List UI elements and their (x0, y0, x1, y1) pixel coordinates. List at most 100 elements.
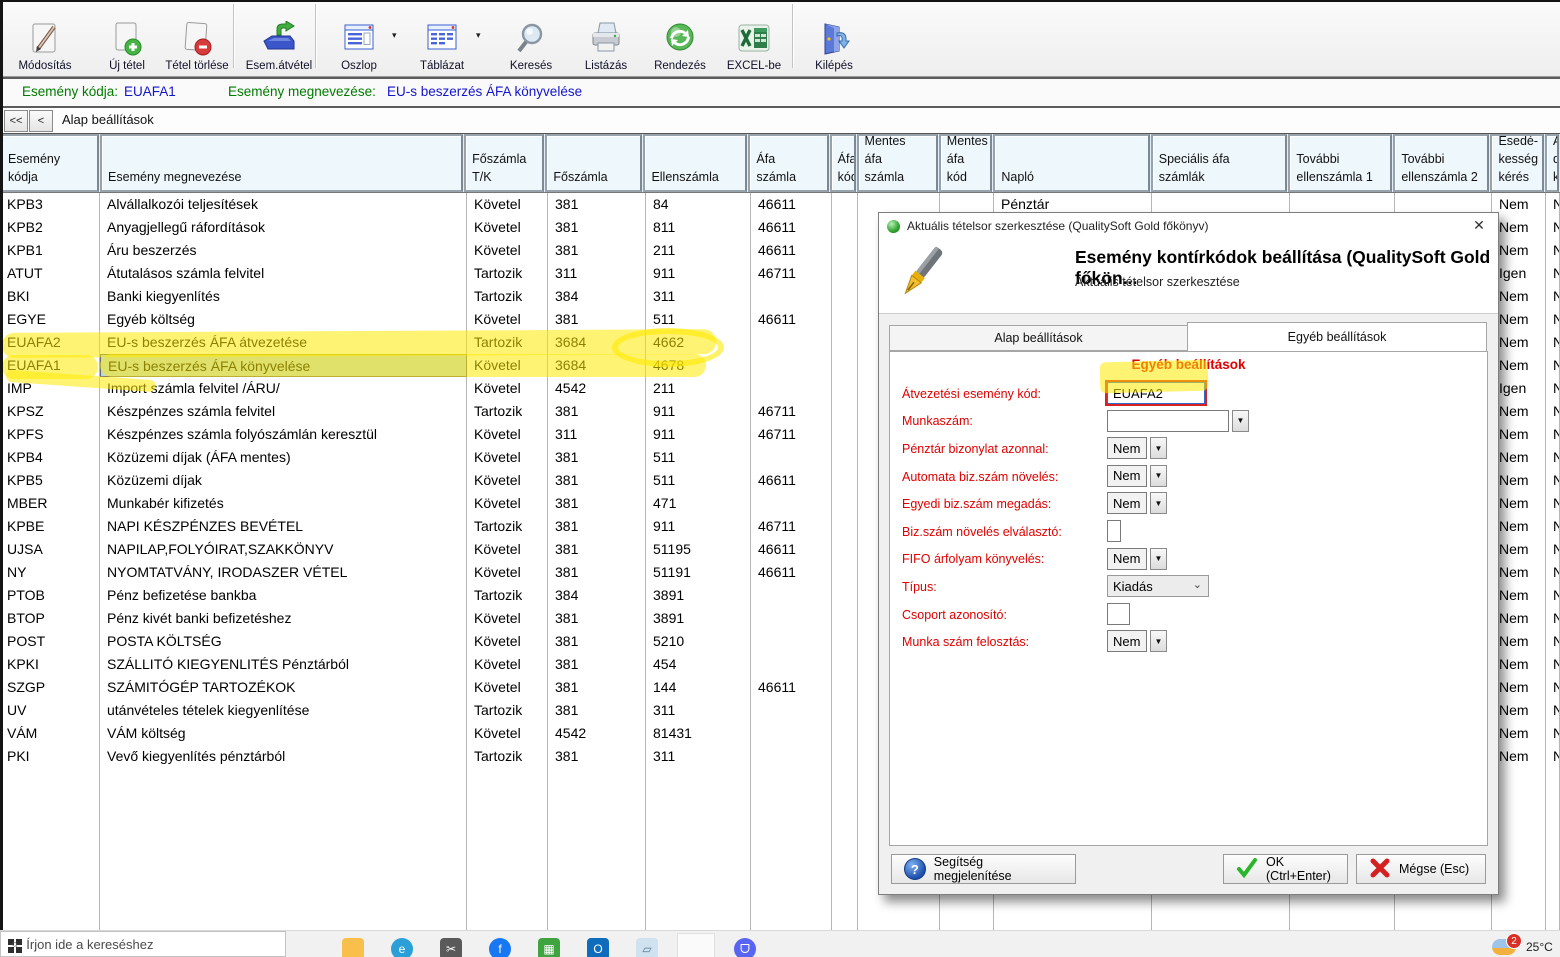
cell-afakod[interactable] (832, 193, 858, 216)
cell-ellen[interactable]: 454 (646, 653, 751, 676)
cell-afa[interactable] (751, 377, 832, 400)
cell-kod[interactable]: KPB5 (0, 469, 100, 492)
cell-esed[interactable]: Nem (1492, 722, 1546, 745)
cell-ellen[interactable]: 144 (646, 676, 751, 699)
column-header-afakod[interactable]: Áfa kód (830, 134, 856, 192)
cell-kod[interactable]: KPB3 (0, 193, 100, 216)
column-header-afa2[interactable]: Á d k (1545, 134, 1559, 192)
cell-ellen[interactable]: 911 (646, 400, 751, 423)
rendezes-button[interactable]: Rendezés (646, 4, 714, 74)
cell-afa2[interactable]: Nem (1546, 722, 1560, 745)
field-checkbox[interactable] (1107, 520, 1121, 542)
cell-afakod[interactable] (832, 331, 858, 354)
cell-afa[interactable]: 46611 (751, 469, 832, 492)
field-value[interactable]: Nem (1107, 492, 1147, 514)
cell-ellen[interactable]: 51195 (646, 538, 751, 561)
field-control-combo[interactable]: Nem▼ (1107, 548, 1167, 570)
cell-afa[interactable] (751, 630, 832, 653)
cell-afa[interactable]: 46611 (751, 538, 832, 561)
cell-nev[interactable]: Közüzemi díjak (100, 469, 467, 492)
cell-tk[interactable]: Követel (467, 308, 548, 331)
cell-afa[interactable]: 46611 (751, 308, 832, 331)
cell-afa[interactable]: 46711 (751, 423, 832, 446)
cell-afa[interactable]: 46611 (751, 216, 832, 239)
column-header-tov1[interactable]: További ellenszámla 1 (1288, 134, 1392, 192)
cell-fo[interactable]: 381 (548, 469, 646, 492)
cell-afakod[interactable] (832, 446, 858, 469)
cell-afa2[interactable]: Nem (1546, 239, 1560, 262)
cell-fo[interactable]: 381 (548, 630, 646, 653)
cell-tk[interactable]: Követel (467, 193, 548, 216)
snipping-tool-icon[interactable]: ✂ (440, 938, 462, 957)
ok-button[interactable]: OK (Ctrl+Enter) (1223, 854, 1348, 884)
nav-prev-button[interactable]: < (29, 110, 53, 132)
cell-afa2[interactable]: Nem (1546, 308, 1560, 331)
cell-tk[interactable]: Tartozik (467, 515, 548, 538)
cell-nev[interactable]: Pénz befizetése bankba (100, 584, 467, 607)
cell-afa[interactable] (751, 722, 832, 745)
cell-afakod[interactable] (832, 216, 858, 239)
cell-afa[interactable] (751, 446, 832, 469)
cell-esed[interactable]: Nem (1492, 676, 1546, 699)
cell-afa2[interactable]: Nem (1546, 630, 1560, 653)
cell-ellen[interactable]: 911 (646, 262, 751, 285)
discord-icon[interactable]: ᗜ (734, 938, 756, 957)
tab-egyeb-beallitasok[interactable]: Egyéb beállítások (1187, 322, 1487, 351)
cell-esed[interactable]: Igen (1492, 262, 1546, 285)
cell-esed[interactable]: Nem (1492, 699, 1546, 722)
notebook-icon[interactable]: ▱ (636, 938, 658, 957)
column-header-tov2[interactable]: További ellenszámla 2 (1393, 134, 1489, 192)
cell-esed[interactable]: Nem (1492, 745, 1546, 768)
cell-afa2[interactable]: Nem (1546, 423, 1560, 446)
cell-afakod[interactable] (832, 239, 858, 262)
field-value[interactable]: Kiadás⌄ (1107, 575, 1209, 597)
cell-afa2[interactable]: Nem (1546, 584, 1560, 607)
cell-afa2[interactable]: Nem (1546, 285, 1560, 308)
cell-afa2[interactable]: Nem (1546, 377, 1560, 400)
cell-afakod[interactable] (832, 308, 858, 331)
cell-afa[interactable]: 46611 (751, 239, 832, 262)
cell-kod[interactable]: ATUT (0, 262, 100, 285)
cell-nev[interactable]: Egyéb költség (100, 308, 467, 331)
cell-fo[interactable]: 381 (548, 538, 646, 561)
field-control-box-small[interactable] (1107, 520, 1121, 542)
help-button[interactable]: ? Segítség megjelenítése (891, 854, 1076, 884)
facebook-icon[interactable]: f (489, 938, 511, 957)
cell-tk[interactable]: Követel (467, 607, 548, 630)
cell-kod[interactable]: BKI (0, 285, 100, 308)
cell-afakod[interactable] (832, 285, 858, 308)
cell-nev[interactable]: Készpénzes számla felvitel (100, 400, 467, 423)
cell-kod[interactable]: KPKI (0, 653, 100, 676)
cell-afa[interactable] (751, 331, 832, 354)
cell-afa[interactable] (751, 745, 832, 768)
cell-afa[interactable] (751, 584, 832, 607)
cell-ellen[interactable]: 911 (646, 515, 751, 538)
cell-tk[interactable]: Követel (467, 722, 548, 745)
cell-esed[interactable]: Nem (1492, 515, 1546, 538)
cell-fo[interactable]: 384 (548, 584, 646, 607)
cell-afakod[interactable] (832, 699, 858, 722)
cell-esed[interactable]: Nem (1492, 446, 1546, 469)
cell-afa2[interactable]: Nem (1546, 400, 1560, 423)
cell-ellen[interactable]: 51191 (646, 561, 751, 584)
cell-afa2[interactable]: Nem (1546, 653, 1560, 676)
cell-nev[interactable]: POSTA KÖLTSÉG (100, 630, 467, 653)
cell-afa[interactable]: 46611 (751, 676, 832, 699)
field-control-combo[interactable]: Nem▼ (1107, 465, 1167, 487)
cell-afa2[interactable]: Nem (1546, 354, 1560, 377)
cell-afa2[interactable]: Nem (1546, 745, 1560, 768)
column-header-spec[interactable]: Speciális áfa számlák (1151, 134, 1288, 192)
cell-kod[interactable]: KPB4 (0, 446, 100, 469)
cell-nev[interactable]: utánvételes tételek kiegyenlítése (100, 699, 467, 722)
cell-nev[interactable]: Munkabér kifizetés (100, 492, 467, 515)
cell-fo[interactable]: 381 (548, 561, 646, 584)
cell-esed[interactable]: Nem (1492, 308, 1546, 331)
cell-fo[interactable]: 381 (548, 653, 646, 676)
cell-esed[interactable]: Nem (1492, 400, 1546, 423)
cell-nev[interactable]: SZÁLLITÓ KIEGYENLITÉS Pénztárból (100, 653, 467, 676)
cell-afa[interactable]: 46611 (751, 561, 832, 584)
cell-esed[interactable]: Nem (1492, 193, 1546, 216)
column-header-naplo[interactable]: Napló (993, 134, 1149, 192)
cell-tk[interactable]: Tartozik (467, 285, 548, 308)
field-checkbox[interactable] (1107, 603, 1130, 625)
